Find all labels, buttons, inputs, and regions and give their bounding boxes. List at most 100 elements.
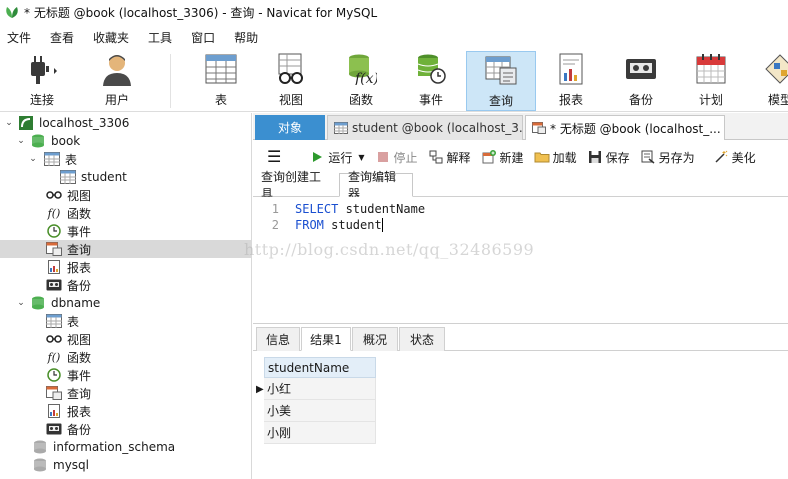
tree-db-book-label: book bbox=[51, 134, 81, 148]
tree-table-student[interactable]: student bbox=[0, 168, 251, 186]
table-row[interactable]: 小美 bbox=[264, 400, 376, 422]
tree-dbname-queries[interactable]: 查询 bbox=[0, 384, 251, 402]
query-icon bbox=[46, 386, 62, 400]
tree-book-events-label: 事件 bbox=[67, 224, 92, 239]
tree-dbname-reports[interactable]: 报表 bbox=[0, 402, 251, 420]
report-button[interactable]: 报表 bbox=[550, 51, 592, 111]
result-grid: studentName ▶ 小红 小美 小刚 bbox=[253, 352, 788, 479]
view-button[interactable]: 视图 bbox=[270, 51, 312, 111]
sql-editor[interactable]: 1 SELECT studentName 2 FROM student bbox=[253, 197, 788, 324]
tab-student-table[interactable]: student @book (localhost_3... bbox=[327, 115, 523, 140]
tab-objects[interactable]: 对象 bbox=[255, 115, 325, 140]
tree-book-views[interactable]: 视图 bbox=[0, 186, 251, 204]
user-icon bbox=[100, 51, 134, 87]
beautify-button[interactable]: 美化 bbox=[713, 149, 756, 166]
tree-book-views-label: 视图 bbox=[67, 188, 92, 203]
sql-keyword: FROM bbox=[295, 218, 324, 232]
tree-db-mysql[interactable]: mysql bbox=[0, 456, 251, 474]
dropdown-arrow-icon[interactable]: ▼ bbox=[358, 153, 364, 162]
model-label: 模型 bbox=[767, 93, 788, 107]
new-button[interactable]: 新建 bbox=[481, 149, 524, 166]
tree-dbname-queries-label: 查询 bbox=[67, 386, 92, 401]
event-clock-icon bbox=[414, 51, 448, 87]
menu-favorites[interactable]: 收藏夹 bbox=[86, 29, 141, 46]
connect-button[interactable]: 连接 bbox=[14, 51, 70, 111]
save-as-button[interactable]: 另存为 bbox=[640, 149, 695, 166]
menu-window[interactable]: 窗口 bbox=[184, 29, 227, 46]
function-button[interactable]: f(x) 函数 bbox=[340, 51, 382, 111]
tree-dbname-backups-label: 备份 bbox=[67, 422, 92, 437]
tab-untitled-query[interactable]: * 无标题 @book (localhost_... bbox=[525, 115, 725, 140]
function-fx-icon: f() bbox=[47, 206, 61, 220]
tree-book-backups[interactable]: 备份 bbox=[0, 276, 251, 294]
tree-book-tables[interactable]: ⌄ 表 bbox=[0, 150, 251, 168]
report-icon bbox=[46, 404, 62, 418]
line-number: 1 bbox=[271, 202, 279, 216]
menu-view[interactable]: 查看 bbox=[43, 29, 86, 46]
tab-profile[interactable]: 概况 bbox=[352, 327, 398, 351]
collapse-chevron-icon[interactable]: ⌄ bbox=[4, 118, 14, 128]
table-cell: 小美 bbox=[267, 404, 292, 418]
tree-db-book[interactable]: ⌄ book bbox=[0, 132, 251, 150]
tree-book-queries-label: 查询 bbox=[67, 242, 92, 257]
collapse-chevron-icon[interactable]: ⌄ bbox=[16, 298, 26, 308]
run-button[interactable]: 运行 ▼ bbox=[309, 149, 365, 166]
tree-dbname-events[interactable]: 事件 bbox=[0, 366, 251, 384]
tree-dbname-functions[interactable]: f() 函数 bbox=[0, 348, 251, 366]
document-tab-strip: 对象 student @book (localhost_3... * 无标题 @… bbox=[253, 113, 788, 140]
menu-tools[interactable]: 工具 bbox=[141, 29, 184, 46]
table-cell: 小刚 bbox=[267, 426, 292, 440]
backup-tape-icon bbox=[46, 422, 62, 436]
tree-book-tables-label: 表 bbox=[65, 152, 78, 167]
stop-icon bbox=[375, 149, 391, 165]
user-button[interactable]: 用户 bbox=[94, 51, 140, 111]
tree-book-queries[interactable]: 查询 bbox=[0, 240, 251, 258]
schedule-button[interactable]: 计划 bbox=[690, 51, 732, 111]
tree-book-events[interactable]: 事件 bbox=[0, 222, 251, 240]
tree-book-reports[interactable]: 报表 bbox=[0, 258, 251, 276]
tree-dbname-tables[interactable]: 表 bbox=[0, 312, 251, 330]
load-button[interactable]: 加载 bbox=[534, 149, 577, 166]
current-row-arrow-icon: ▶ bbox=[256, 383, 264, 395]
tree-dbname-backups[interactable]: 备份 bbox=[0, 420, 251, 438]
backup-label: 备份 bbox=[628, 93, 653, 107]
tab-result1[interactable]: 结果1 bbox=[301, 327, 351, 351]
tree-book-functions[interactable]: f() 函数 bbox=[0, 204, 251, 222]
table-button[interactable]: 表 bbox=[200, 51, 242, 111]
tree-dbname-views[interactable]: 视图 bbox=[0, 330, 251, 348]
plug-icon bbox=[25, 51, 59, 87]
collapse-chevron-icon[interactable]: ⌄ bbox=[16, 136, 26, 146]
model-button[interactable]: 模型 bbox=[760, 51, 788, 111]
tab-result1-label: 结果1 bbox=[310, 332, 342, 347]
collapse-chevron-icon[interactable]: ⌄ bbox=[28, 154, 38, 164]
tab-status[interactable]: 状态 bbox=[399, 327, 445, 351]
backup-button[interactable]: 备份 bbox=[620, 51, 662, 111]
explain-button[interactable]: 解释 bbox=[428, 149, 471, 166]
explain-icon bbox=[428, 149, 444, 165]
line-number: 2 bbox=[271, 218, 279, 232]
tree-db-information-schema[interactable]: information_schema bbox=[0, 438, 251, 456]
menu-help[interactable]: 帮助 bbox=[227, 29, 270, 46]
tab-info[interactable]: 信息 bbox=[256, 327, 300, 351]
save-button[interactable]: 保存 bbox=[587, 149, 630, 166]
stop-button[interactable]: 停止 bbox=[375, 149, 418, 166]
user-label: 用户 bbox=[104, 93, 129, 107]
tree-connection[interactable]: ⌄ localhost_3306 bbox=[0, 114, 251, 132]
svg-text:f(x): f(x) bbox=[354, 71, 377, 85]
column-header[interactable]: studentName bbox=[264, 357, 376, 378]
query-button[interactable]: 查询 bbox=[466, 51, 536, 111]
run-label: 运行 bbox=[328, 150, 353, 165]
database-icon bbox=[30, 134, 46, 148]
tab-query-editor[interactable]: 查询编辑器 bbox=[339, 170, 413, 201]
query-icon bbox=[532, 122, 546, 134]
menu-file[interactable]: 文件 bbox=[0, 29, 43, 46]
event-button[interactable]: 事件 bbox=[410, 51, 452, 111]
event-label: 事件 bbox=[418, 93, 443, 107]
tree-db-dbname[interactable]: ⌄ dbname bbox=[0, 294, 251, 312]
table-row[interactable]: 小刚 bbox=[264, 422, 376, 444]
connection-icon bbox=[18, 116, 34, 130]
table-row[interactable]: 小红 bbox=[264, 378, 376, 400]
tab-query-builder[interactable]: 查询创建工具 bbox=[253, 170, 339, 201]
hamburger-menu-icon[interactable]: ☰ bbox=[267, 149, 281, 165]
view-label: 视图 bbox=[278, 93, 303, 107]
